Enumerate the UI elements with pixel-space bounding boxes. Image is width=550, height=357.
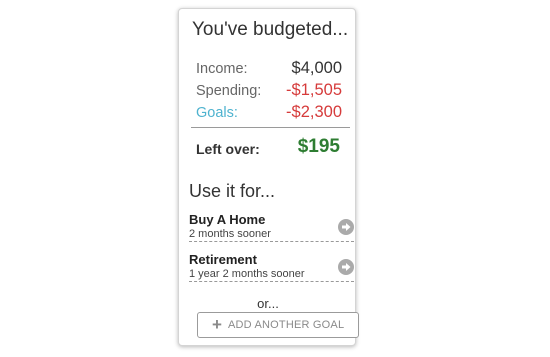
goals-label: Goals: (196, 105, 238, 121)
budget-summary-card: You've budgeted... Income: $4,000 Spendi… (178, 8, 359, 346)
income-label: Income: (196, 61, 248, 77)
goal-name: Buy A Home (189, 212, 266, 227)
spending-label: Spending: (196, 83, 262, 99)
card-title: You've budgeted... (192, 19, 349, 40)
spending-value: -$1,505 (286, 81, 342, 99)
goals-value: -$2,300 (286, 103, 342, 121)
or-separator: or... (257, 296, 279, 311)
summary-divider (191, 127, 350, 128)
goal-item-retirement[interactable]: Retirement 1 year 2 months sooner (189, 252, 354, 282)
add-another-goal-button[interactable]: + ADD ANOTHER GOAL (197, 312, 359, 338)
goal-detail: 2 months sooner (189, 228, 271, 240)
leftover-value: $195 (297, 136, 340, 157)
income-row: Income: $4,000 (196, 58, 342, 80)
use-it-heading: Use it for... (189, 181, 276, 201)
add-goal-label: ADD ANOTHER GOAL (228, 319, 345, 331)
income-value: $4,000 (291, 59, 342, 77)
goal-detail: 1 year 2 months sooner (189, 268, 305, 280)
arrow-right-circle-icon[interactable] (338, 259, 354, 275)
spending-row: Spending: -$1,505 (196, 80, 342, 102)
goal-name: Retirement (189, 252, 257, 267)
goals-row: Goals: -$2,300 (196, 102, 342, 124)
leftover-label: Left over: (196, 141, 260, 157)
goal-item-buy-a-home[interactable]: Buy A Home 2 months sooner (189, 212, 354, 242)
arrow-right-circle-icon[interactable] (338, 219, 354, 235)
plus-icon: + (212, 315, 222, 334)
